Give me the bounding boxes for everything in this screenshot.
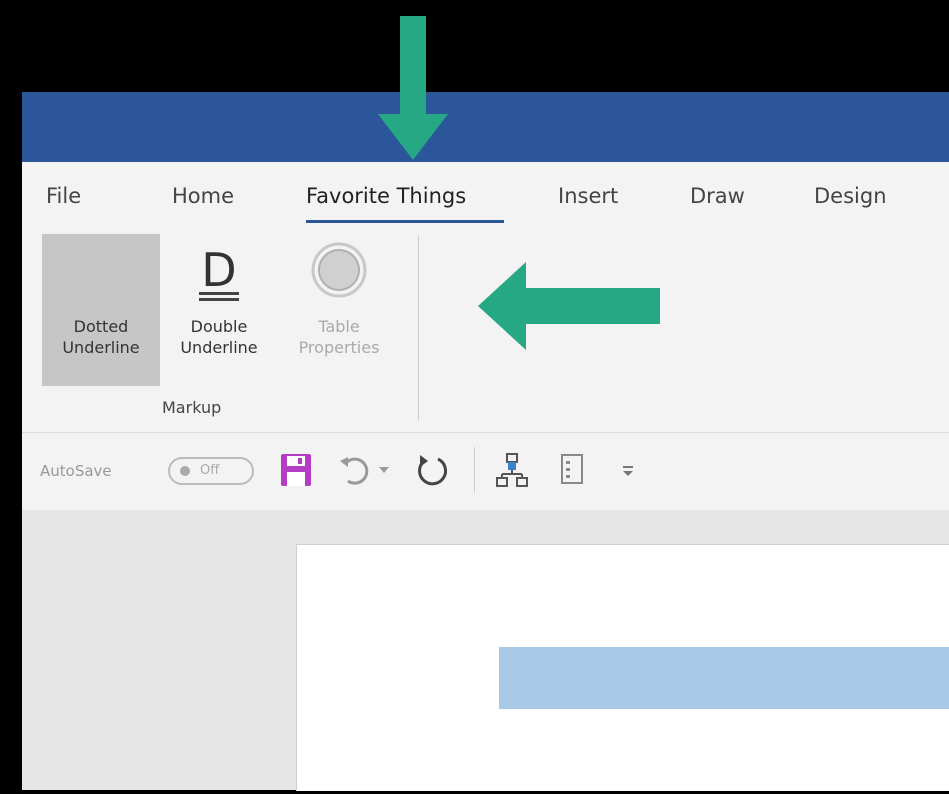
- undo-icon[interactable]: [336, 451, 376, 491]
- save-icon[interactable]: [278, 451, 314, 489]
- double-underline-button[interactable]: D Double Underline: [164, 234, 274, 386]
- autosave-label: AutoSave: [40, 462, 112, 480]
- dotted-underline-label: Dotted Underline: [62, 317, 140, 357]
- qat-separator: [474, 447, 475, 493]
- tab-file[interactable]: File: [46, 184, 81, 208]
- group-label-markup: Markup: [162, 398, 222, 417]
- table-properties-button: Table Properties: [280, 234, 398, 386]
- form-icon[interactable]: [556, 451, 588, 489]
- down-arrow-annotation: [378, 16, 448, 160]
- customize-qat-icon[interactable]: [616, 451, 640, 489]
- title-bar: [22, 92, 949, 162]
- tab-design[interactable]: Design: [814, 184, 887, 208]
- redo-icon[interactable]: [412, 451, 452, 491]
- active-tab-indicator: [306, 220, 504, 223]
- tab-draw[interactable]: Draw: [690, 184, 745, 208]
- svg-text:D: D: [201, 243, 236, 297]
- tab-favorite-things[interactable]: Favorite Things: [306, 184, 466, 208]
- double-underline-label: Double Underline: [180, 317, 258, 357]
- group-separator: [418, 236, 419, 420]
- autosave-toggle[interactable]: Off: [168, 457, 254, 485]
- left-arrow-annotation: [478, 262, 660, 350]
- toggle-knob: [180, 466, 190, 476]
- double-underline-icon: D: [199, 243, 239, 301]
- table-properties-icon: [311, 242, 367, 298]
- quick-access-toolbar: AutoSave Off: [22, 432, 949, 511]
- org-chart-icon[interactable]: [494, 451, 530, 489]
- document-page[interactable]: [296, 544, 949, 791]
- toggle-text: Off: [200, 463, 220, 478]
- ribbon-tabs: File Home Favorite Things Insert Draw De…: [22, 162, 949, 230]
- table-properties-label: Table Properties: [298, 317, 380, 357]
- undo-dropdown-icon[interactable]: [376, 451, 392, 491]
- tab-insert[interactable]: Insert: [558, 184, 618, 208]
- dotted-underline-button[interactable]: Dotted Underline: [42, 234, 160, 386]
- tab-home[interactable]: Home: [172, 184, 234, 208]
- text-selection-highlight: [499, 647, 949, 709]
- document-workspace: [22, 510, 949, 791]
